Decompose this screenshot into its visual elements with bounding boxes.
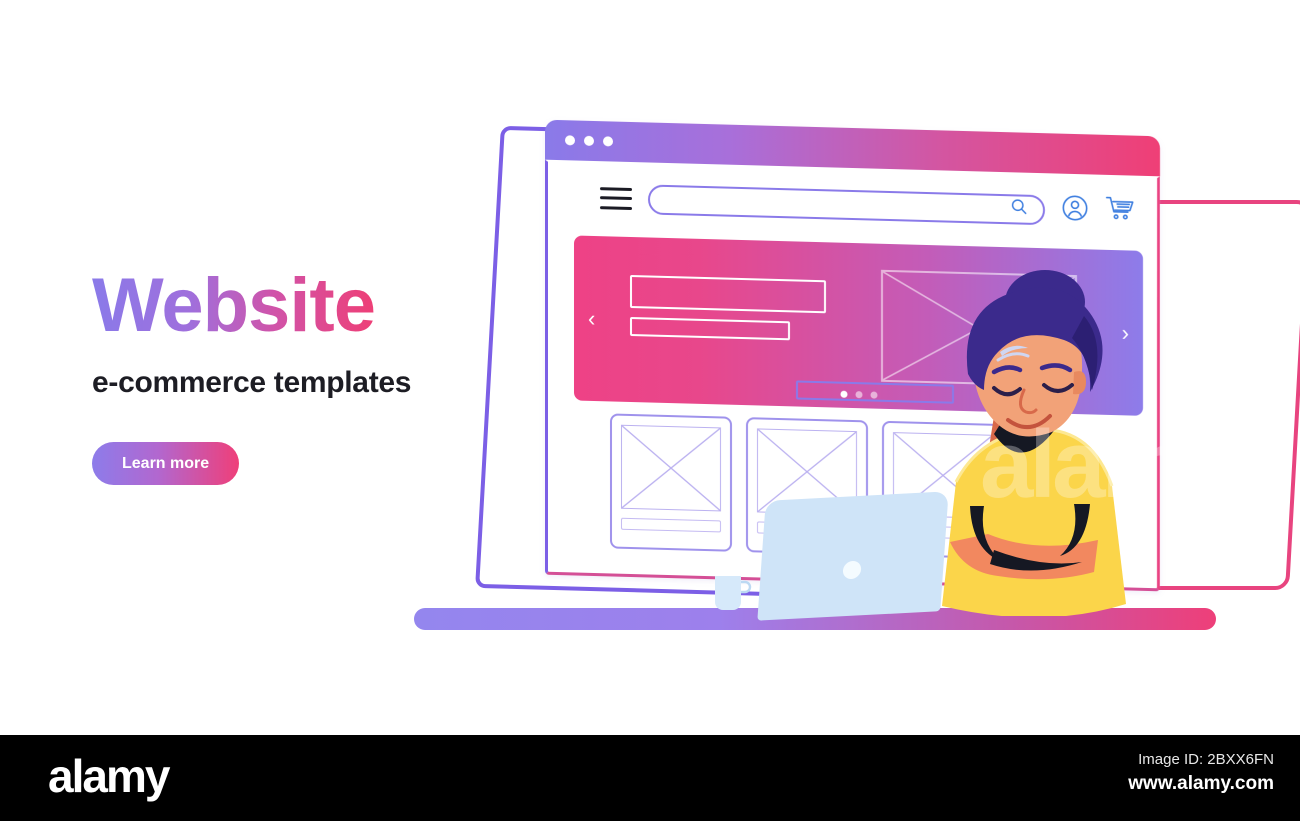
product-card-1[interactable] xyxy=(610,413,732,552)
carousel-prev-arrow[interactable]: ‹ xyxy=(588,305,595,330)
image-id-label: Image ID: 2BXX6FN xyxy=(1138,751,1274,768)
carousel-headline-placeholder xyxy=(630,274,826,314)
hamburger-menu-icon[interactable] xyxy=(600,186,632,210)
product-caption-placeholder xyxy=(621,517,721,533)
search-icon[interactable] xyxy=(1009,196,1029,222)
illustration-area: ‹ › alamy xyxy=(400,110,1300,640)
user-account-icon[interactable] xyxy=(1061,194,1089,228)
image-placeholder-cross-icon xyxy=(621,424,721,512)
alamy-logo: alamy xyxy=(48,750,170,802)
shopping-cart-icon[interactable] xyxy=(1105,195,1135,229)
alamy-url: www.alamy.com xyxy=(1128,773,1274,794)
headline-text: Website xyxy=(92,263,376,348)
carousel-text-placeholders xyxy=(630,274,826,341)
laptop-logo-icon xyxy=(842,560,862,580)
coffee-mug xyxy=(712,572,752,614)
search-input[interactable] xyxy=(648,183,1045,225)
learn-more-button[interactable]: Learn more xyxy=(92,442,240,485)
window-dot-minimize-icon[interactable] xyxy=(584,135,594,147)
screenshot-canvas: Website e-commerce templates Learn more xyxy=(0,0,1300,821)
window-dot-maximize-icon[interactable] xyxy=(603,136,613,147)
carousel-subline-placeholder xyxy=(630,316,790,341)
window-dot-close-icon[interactable] xyxy=(565,135,575,146)
woman-working-on-laptop xyxy=(898,268,1138,616)
alamy-footer-bar: alamy Image ID: 2BXX6FN www.alamy.com xyxy=(0,735,1300,821)
